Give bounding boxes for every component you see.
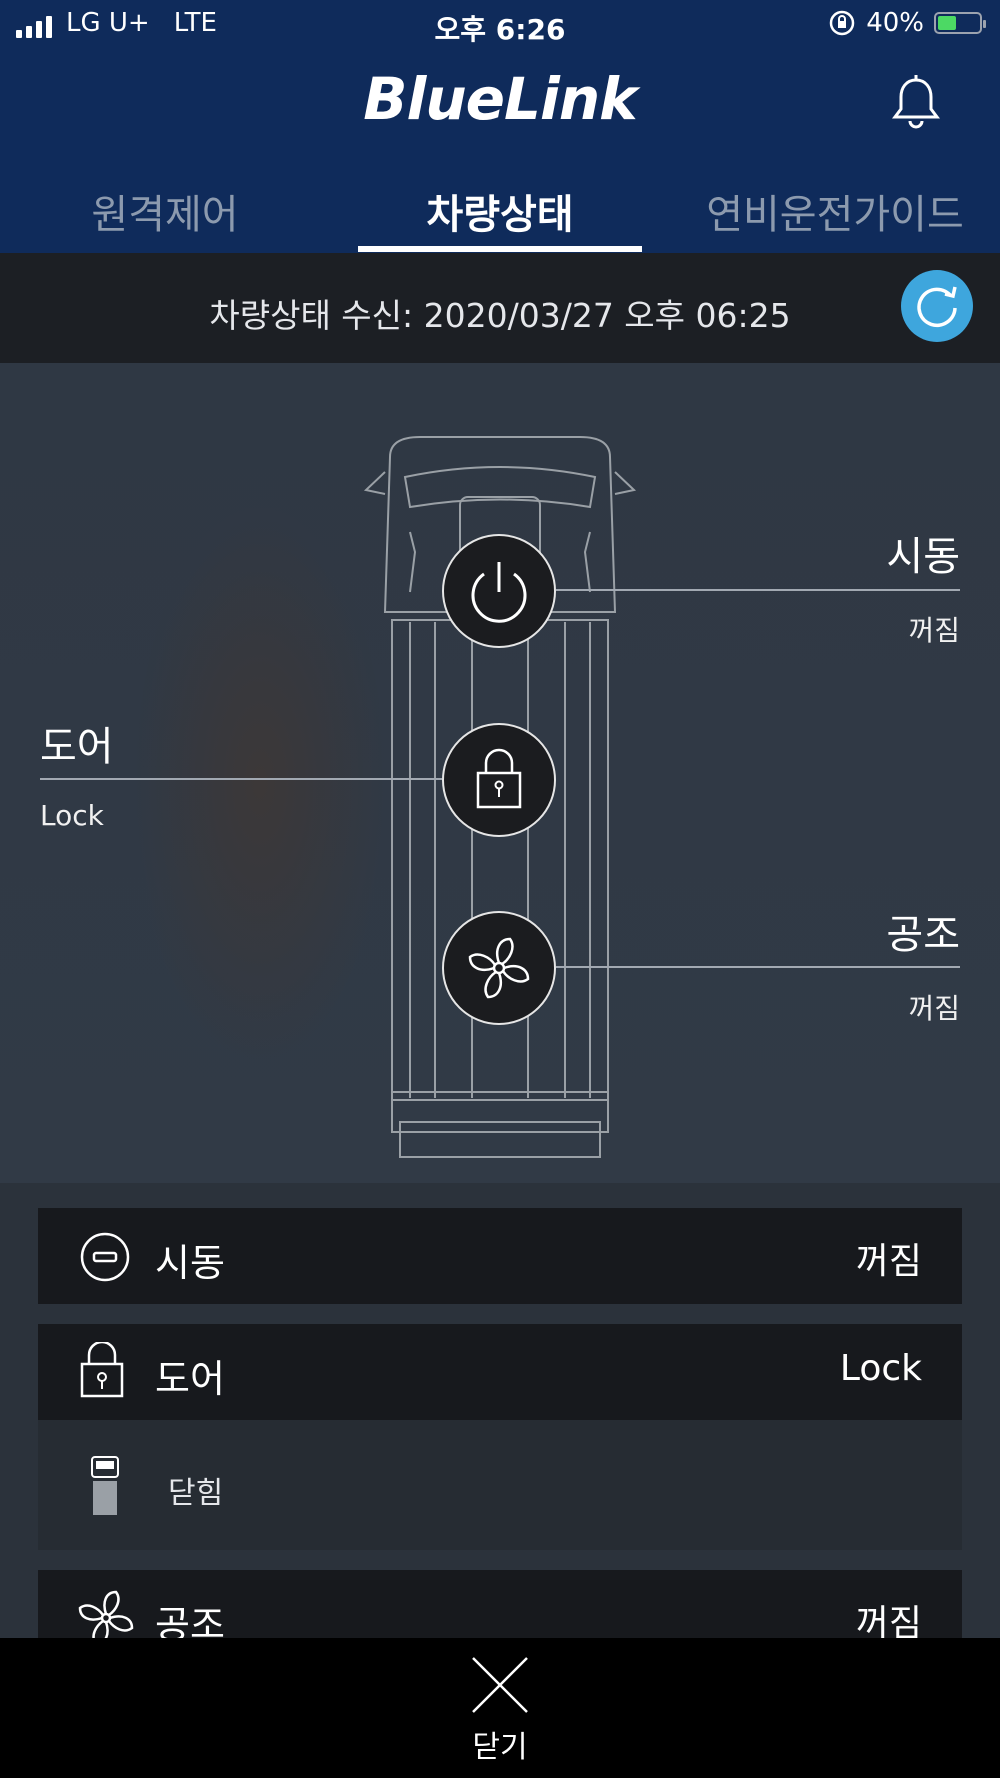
lock-icon [476, 748, 522, 809]
engine-status-row[interactable]: 시동 꺼짐 [38, 1208, 962, 1304]
door-hero-value: Lock [40, 799, 104, 832]
app-header: LG U+ LTE 오후 6:26 40% BlueLink 원격제어 차량상태… [0, 0, 1000, 253]
engine-row-label: 시동 [155, 1241, 225, 1285]
fan-icon [468, 937, 530, 999]
climate-hero-label: 공조 [886, 912, 960, 958]
tab-vehicle-status[interactable]: 차량상태 [358, 182, 642, 240]
status-received-bar: 차량상태 수신: 2020/03/27 오후 06:25 [0, 253, 1000, 363]
engine-leader-line [556, 589, 960, 591]
bell-icon[interactable] [890, 74, 942, 130]
climate-status-button[interactable] [442, 911, 556, 1025]
door-leader-line [40, 778, 442, 780]
tab-remote-control[interactable]: 원격제어 [60, 182, 270, 240]
engine-hero-value: 꺼짐 [908, 614, 960, 647]
door-status-row[interactable]: 도어 Lock [38, 1324, 962, 1420]
door-detail-row: 닫힘 [38, 1420, 962, 1550]
engine-off-icon [80, 1232, 130, 1282]
close-label: 닫기 [472, 1730, 528, 1765]
status-right: 40% [828, 8, 986, 38]
door-row-label: 도어 [155, 1357, 225, 1401]
active-tab-indicator [358, 246, 642, 252]
tab-bar: 원격제어 차량상태 연비운전가이드 [0, 170, 1000, 253]
climate-leader-line [556, 966, 960, 968]
engine-row-value: 꺼짐 [855, 1241, 922, 1282]
battery-icon [934, 12, 986, 34]
bluelink-logo: BlueLink [363, 65, 637, 133]
refresh-icon [917, 286, 957, 328]
engine-hero-label: 시동 [886, 534, 960, 580]
battery-percent: 40% [866, 8, 924, 38]
door-detail-label: 닫힘 [168, 1476, 224, 1511]
climate-hero-value: 꺼짐 [908, 992, 960, 1025]
close-icon [472, 1657, 528, 1713]
status-received-text: 차량상태 수신: 2020/03/27 오후 06:25 [209, 296, 791, 335]
door-row-value: Lock [839, 1348, 922, 1389]
tab-eco-driving-guide[interactable]: 연비운전가이드 [700, 182, 970, 240]
door-hero-label: 도어 [40, 724, 114, 770]
door-status-button[interactable] [442, 723, 556, 837]
engine-status-button[interactable] [442, 534, 556, 648]
lock-icon [80, 1342, 124, 1398]
orientation-lock-icon [829, 10, 855, 36]
power-icon [471, 562, 527, 623]
refresh-button[interactable] [901, 270, 973, 342]
status-bar: LG U+ LTE 오후 6:26 40% [0, 0, 1000, 50]
car-door-closed-icon [91, 1456, 119, 1515]
